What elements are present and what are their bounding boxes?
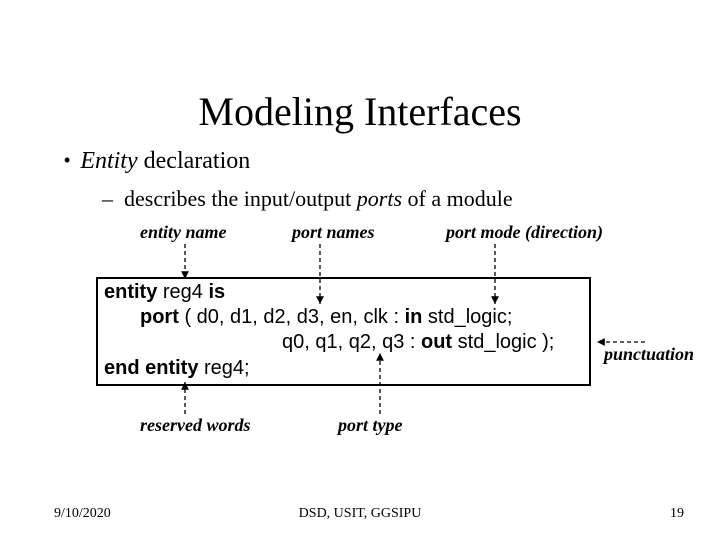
bullet2-emph: ports [357, 186, 402, 211]
label-reserved-words: reserved words [140, 415, 251, 436]
slide: Modeling Interfaces • Entity declaration… [0, 0, 720, 540]
label-port-mode: port mode (direction) [446, 222, 603, 243]
bullet2-post: of a module [402, 186, 513, 211]
bullet2-pre: describes the input/output [124, 186, 357, 211]
code-line-1: entity reg4 is [104, 281, 225, 304]
footer-page-number: 19 [670, 506, 684, 522]
bullet-level2: – describes the input/output ports of a … [102, 186, 513, 212]
bullet-dot-icon: • [64, 150, 80, 170]
label-port-names: port names [292, 222, 375, 243]
annotation-arrows [0, 0, 720, 540]
bullet1-rest: declaration [138, 148, 251, 174]
bullet-level1: • Entity declaration [64, 148, 250, 175]
label-port-type: port type [338, 415, 403, 436]
label-entity-name: entity name [140, 222, 227, 243]
code-line-4: end entity reg4; [104, 357, 250, 380]
footer-center: DSD, USIT, GGSIPU [0, 506, 720, 522]
bullet1-emph: Entity [80, 148, 137, 174]
code-line-2: port ( d0, d1, d2, d3, en, clk : in std_… [140, 306, 512, 329]
code-line-3: q0, q1, q2, q3 : out std_logic ); [282, 331, 554, 354]
slide-title: Modeling Interfaces [0, 88, 720, 135]
label-punctuation: punctuation [604, 344, 694, 365]
